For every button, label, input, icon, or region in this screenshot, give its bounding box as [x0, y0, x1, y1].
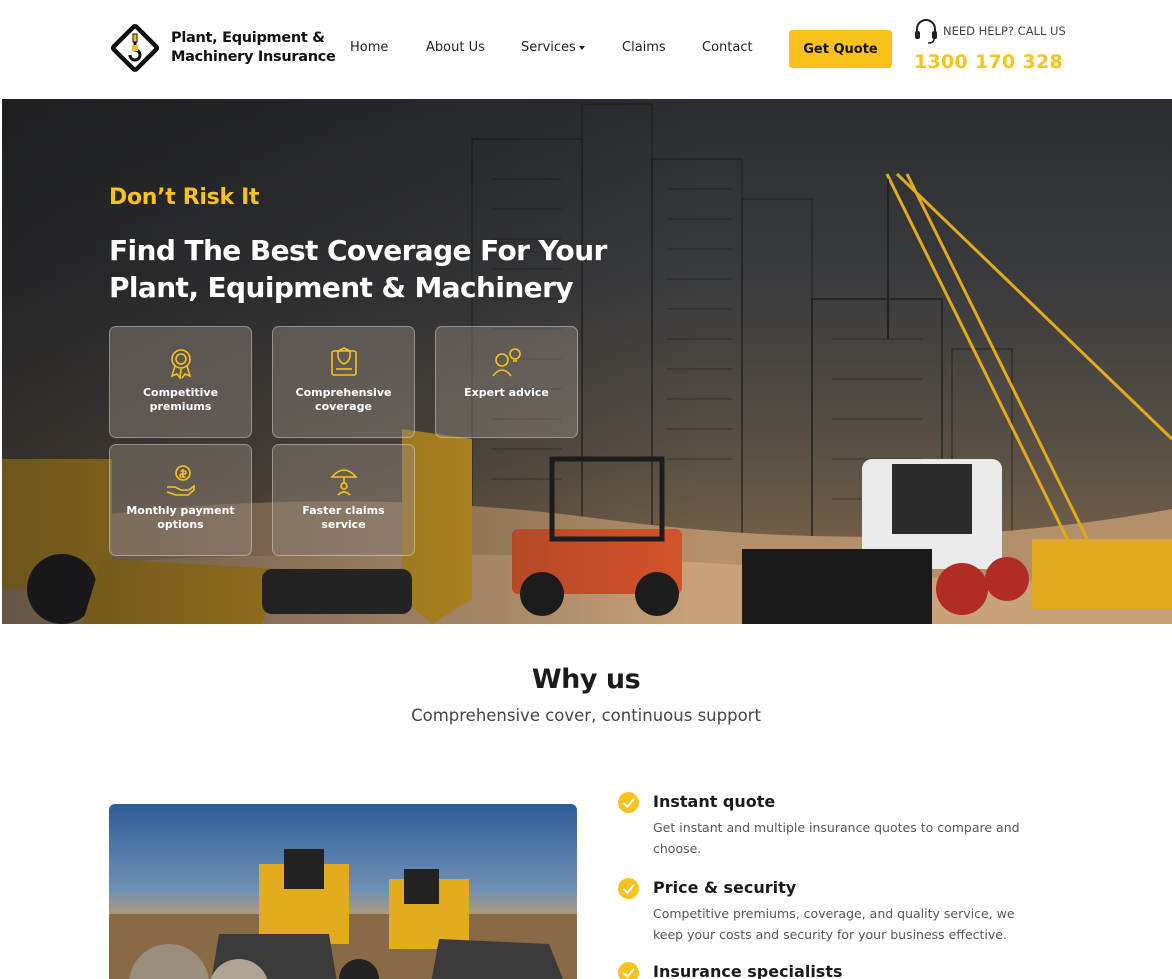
- help-text: NEED HELP? CALL US: [943, 24, 1066, 38]
- card-label: Competitive premiums: [142, 386, 219, 413]
- check-icon: [618, 962, 639, 979]
- check-icon: [618, 792, 639, 813]
- feature-desc: Get instant and multiple insurance quote…: [653, 817, 1048, 859]
- hand-coin-icon: [166, 465, 195, 496]
- hero-headline: Find The Best Coverage For Your Plant, E…: [109, 232, 629, 306]
- site-logo[interactable]: Plant, Equipment & Machinery Insurance: [108, 21, 336, 75]
- feature-price-security: Price & security Competitive premiums, c…: [618, 878, 1048, 945]
- feature-desc-line1: Competitive premiums, coverage, and qual…: [653, 906, 1015, 921]
- document-shield-icon: [330, 347, 357, 376]
- award-ribbon-icon: [170, 349, 191, 379]
- feature-desc: Competitive premiums, coverage, and qual…: [653, 903, 1048, 945]
- logo-line2: Machinery Insurance: [171, 49, 336, 65]
- feature-instant-quote: Instant quote Get instant and multiple i…: [618, 792, 1048, 859]
- feature-desc-line1: Get instant and multiple insurance quote…: [653, 820, 1020, 835]
- hero-section: Don’t Risk It Find The Best Coverage For…: [2, 99, 1172, 624]
- nav-about-us[interactable]: About Us: [426, 40, 485, 55]
- logo-line1: Plant, Equipment &: [171, 30, 325, 46]
- card-label: Comprehensive coverage: [295, 386, 392, 413]
- crane-hook-logo-icon: [110, 23, 160, 73]
- nav-claims[interactable]: Claims: [622, 40, 666, 55]
- feature-card-expert-advice: Expert advice: [435, 326, 578, 438]
- feature-card-monthly-payment: Monthly payment options: [109, 444, 252, 556]
- feature-card-competitive-premiums: Competitive premiums: [109, 326, 252, 438]
- site-header: Plant, Equipment & Machinery Insurance H…: [0, 0, 1172, 99]
- headset-icon: [915, 19, 937, 44]
- feature-desc-line2: keep your costs and security for your bu…: [653, 927, 1007, 942]
- feature-insurance-specialists: Insurance specialists: [618, 962, 1048, 979]
- loaders-image: [109, 804, 577, 979]
- wheel-loaders-sunset-photo: [109, 804, 577, 979]
- feature-title: Insurance specialists: [653, 962, 843, 979]
- feature-desc-line2: choose.: [653, 841, 702, 856]
- feature-title: Instant quote: [653, 792, 776, 811]
- chevron-down-icon: [578, 45, 585, 50]
- help-contact: NEED HELP? CALL US 1300 170 328: [914, 18, 1066, 73]
- nav-services[interactable]: Services: [521, 40, 585, 55]
- feature-card-faster-claims: Faster claims service: [272, 444, 415, 556]
- hero-tagline: Don’t Risk It: [109, 185, 260, 210]
- feature-title: Price & security: [653, 878, 797, 897]
- card-label: Faster claims service: [302, 504, 385, 531]
- logo-text: Plant, Equipment & Machinery Insurance: [171, 29, 336, 67]
- why-us-subtitle: Comprehensive cover, continuous support: [411, 706, 761, 725]
- hero-headline-line2: Plant, Equipment & Machinery: [109, 271, 574, 304]
- feature-card-comprehensive-coverage: Comprehensive coverage: [272, 326, 415, 438]
- why-us-title: Why us: [531, 664, 641, 695]
- card-label: Monthly payment options: [126, 504, 235, 531]
- advisor-lightbulb-icon: [491, 348, 521, 377]
- nav-contact[interactable]: Contact: [702, 40, 753, 55]
- nav-services-label: Services: [521, 40, 576, 55]
- check-icon: [618, 878, 639, 899]
- umbrella-people-icon: [329, 469, 358, 496]
- get-quote-button[interactable]: Get Quote: [789, 30, 892, 68]
- phone-number[interactable]: 1300 170 328: [914, 51, 1066, 73]
- nav-home[interactable]: Home: [350, 40, 388, 55]
- hero-headline-line1: Find The Best Coverage For Your: [109, 234, 607, 267]
- card-label: Expert advice: [464, 386, 549, 399]
